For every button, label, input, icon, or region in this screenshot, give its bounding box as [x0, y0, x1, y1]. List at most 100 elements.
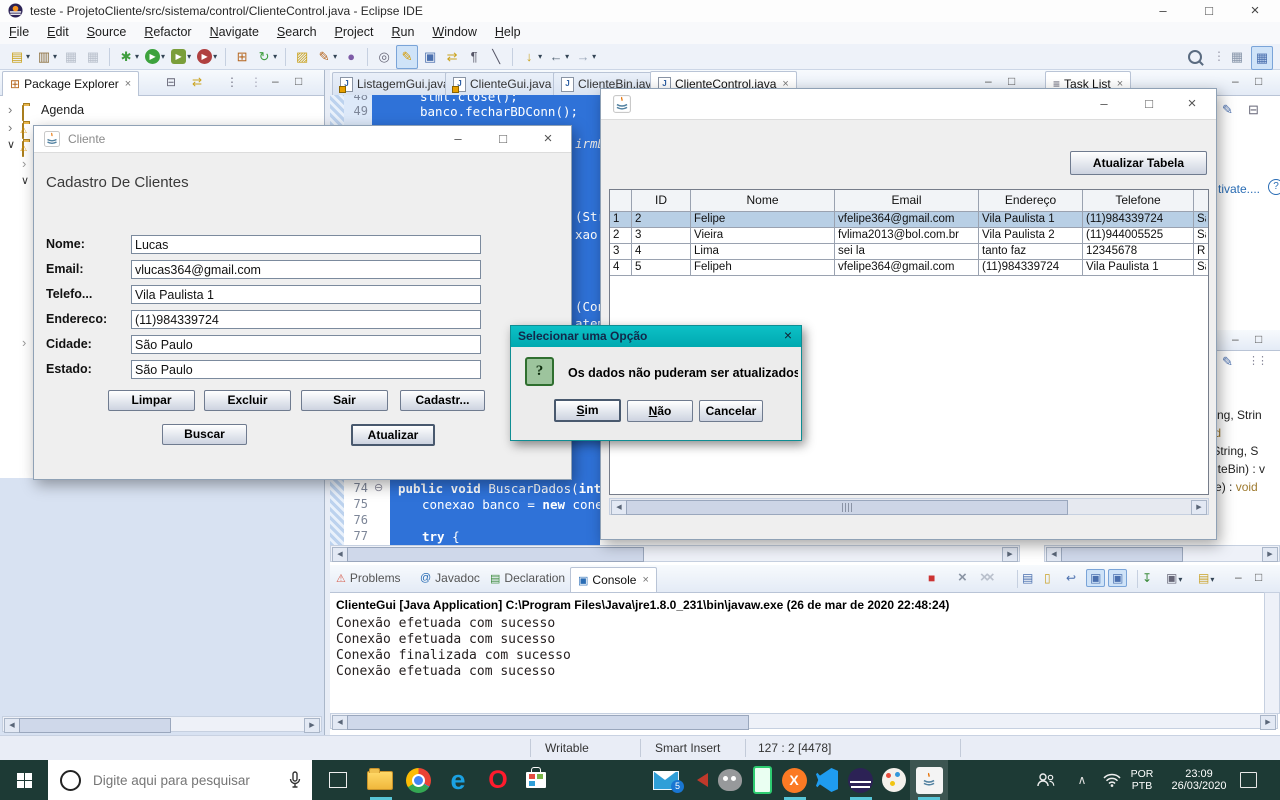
mark-occurrences-icon[interactable]: ✎	[396, 45, 418, 69]
cadastrar-button[interactable]: Cadastr...	[400, 390, 485, 411]
nao-button[interactable]: Não	[627, 400, 693, 422]
scroll-thumb[interactable]	[347, 547, 644, 562]
menu-search[interactable]: Search	[268, 22, 326, 44]
toolbar-overflow-icon[interactable]: ⋮	[1213, 49, 1225, 63]
search-input[interactable]	[91, 772, 288, 789]
scroll-right-icon[interactable]: ▶	[1260, 715, 1276, 730]
show-console-on-stdout-icon[interactable]: ▣	[1086, 569, 1105, 587]
nome-field[interactable]	[131, 235, 481, 254]
next-annotation-icon[interactable]: ▣	[420, 46, 440, 68]
chevron-right-icon[interactable]: ›	[22, 335, 26, 350]
menu-run[interactable]: Run	[382, 22, 423, 44]
wifi-icon[interactable]	[1098, 766, 1126, 794]
microsoft-store-icon[interactable]	[522, 766, 550, 794]
new-java-project-icon[interactable]: ▥	[34, 46, 59, 68]
console-output[interactable]: ClienteGui [Java Application] C:\Program…	[330, 592, 1260, 712]
chevron-up-icon[interactable]: ∧	[1068, 766, 1096, 794]
table-row[interactable]: 23Vieirafvlima2013@bol.com.brVila Paulis…	[610, 228, 1208, 244]
clock[interactable]: 23:09 26/03/2020	[1166, 768, 1232, 792]
link-editor-icon[interactable]: ⇄	[192, 75, 202, 89]
remove-launch-icon[interactable]: ▤	[1022, 571, 1033, 585]
java-app-icon[interactable]	[915, 766, 943, 794]
taskbar-search[interactable]	[48, 760, 312, 800]
krita-icon[interactable]	[880, 766, 908, 794]
tab-clientegui[interactable]: J ClienteGui.java	[445, 72, 559, 95]
start-button[interactable]	[0, 760, 48, 800]
close-button[interactable]: ×	[1232, 0, 1278, 22]
tab-listagemgui[interactable]: J ListagemGui.java	[332, 72, 458, 95]
sim-button[interactable]: Sim	[554, 399, 621, 422]
scroll-left-icon[interactable]: ◀	[332, 715, 348, 730]
microphone-icon[interactable]	[288, 771, 302, 789]
telefone-field[interactable]	[131, 285, 481, 304]
red-arrow-icon[interactable]	[688, 766, 716, 794]
menu-help[interactable]: Help	[486, 22, 530, 44]
col-extra[interactable]	[1194, 190, 1206, 211]
minimize-view-icon[interactable]: –	[1235, 570, 1242, 584]
close-button[interactable]: ×	[779, 327, 797, 343]
code-top-slice[interactable]: 48 49 stmt.close(); banco.fecharBDConn()…	[330, 95, 600, 125]
minimize-button[interactable]: –	[439, 126, 477, 152]
block-selection-icon[interactable]: ╲	[486, 46, 506, 68]
scroll-left-icon[interactable]: ◀	[611, 500, 627, 515]
maximize-view-icon[interactable]: □	[1008, 74, 1015, 88]
fold-minus-icon[interactable]: ⊖	[374, 481, 383, 494]
coverage-icon[interactable]: ▶	[169, 46, 193, 68]
console-hscrollbar[interactable]: ◀ ▶	[330, 713, 1278, 729]
task-view-icon[interactable]	[324, 766, 352, 794]
col-nome[interactable]: Nome	[691, 190, 835, 211]
stop-icon[interactable]: ■	[928, 571, 935, 585]
open-perspective-icon[interactable]: ▦	[1227, 46, 1247, 68]
chevron-down-icon[interactable]: ∨	[21, 174, 29, 187]
cidade-field[interactable]	[131, 335, 481, 354]
chevron-right-icon[interactable]: ›	[8, 120, 12, 135]
tab-problems[interactable]: ⚠Problems	[336, 571, 401, 585]
forward-icon[interactable]: →	[573, 46, 598, 68]
scroll-thumb[interactable]	[347, 715, 749, 730]
phone-app-icon[interactable]	[748, 766, 776, 794]
maximize-view-icon[interactable]: □	[1255, 332, 1262, 346]
minimize-button[interactable]: –	[1085, 89, 1123, 119]
scroll-right-icon[interactable]: ▶	[1262, 547, 1278, 562]
menu-project[interactable]: Project	[326, 22, 383, 44]
pin-console-icon[interactable]: ↧	[1142, 571, 1152, 585]
console-vscrollbar[interactable]	[1264, 592, 1280, 714]
last-edit-location-icon[interactable]: ↓	[519, 46, 544, 68]
file-explorer-icon[interactable]	[366, 766, 394, 794]
atualizar-tabela-button[interactable]: Atualizar Tabela	[1070, 151, 1207, 175]
word-wrap-icon[interactable]: ↩	[1066, 571, 1076, 585]
chevron-right-icon[interactable]: ›	[22, 156, 26, 171]
gimp-icon[interactable]	[716, 766, 744, 794]
open-console-icon[interactable]: ▤	[1198, 571, 1214, 585]
maximize-view-icon[interactable]: □	[1255, 74, 1262, 88]
minimize-view-icon[interactable]: –	[1232, 332, 1239, 346]
tabela-titlebar[interactable]: – □ ×	[601, 89, 1216, 120]
chrome-icon[interactable]	[404, 766, 432, 794]
maximize-button[interactable]: □	[1130, 89, 1168, 119]
minimize-button[interactable]: –	[1140, 0, 1186, 22]
close-button[interactable]: ×	[1173, 89, 1211, 119]
close-button[interactable]: ×	[529, 126, 567, 152]
build-project-icon[interactable]: ↻	[254, 46, 279, 68]
tasklist-collapse-icon[interactable]: ⊟	[1248, 102, 1259, 118]
show-whitespace-icon[interactable]: ¶	[464, 46, 484, 68]
outline-link-editor-icon[interactable]: ✎	[1222, 354, 1233, 370]
table-row[interactable]: 12Felipevfelipe364@gmail.comVila Paulist…	[610, 212, 1208, 228]
maximize-view-icon[interactable]: □	[295, 74, 302, 88]
tab-package-explorer[interactable]: ⊞ Package Explorer ×	[2, 71, 139, 96]
scroll-left-icon[interactable]: ◀	[4, 718, 20, 733]
menu-file[interactable]: File	[0, 22, 38, 44]
tabela-hscrollbar[interactable]: ◀ ▶	[609, 498, 1209, 515]
close-icon[interactable]: ×	[125, 78, 131, 90]
back-icon[interactable]: ←	[546, 46, 571, 68]
menu-refactor[interactable]: Refactor	[135, 22, 200, 44]
tab-javadoc[interactable]: @Javadoc	[420, 571, 480, 585]
endereco-field[interactable]	[131, 310, 481, 329]
xampp-icon[interactable]: X	[780, 766, 808, 794]
table-row[interactable]: 45Felipehvfelipe364@gmail.com(11)9843397…	[610, 260, 1208, 276]
estado-field[interactable]	[131, 360, 481, 379]
scroll-thumb[interactable]	[19, 718, 171, 733]
cancelar-button[interactable]: Cancelar	[699, 400, 763, 422]
view-menu-icon[interactable]: ⋮	[226, 75, 238, 89]
opera-icon[interactable]: O	[484, 766, 512, 794]
